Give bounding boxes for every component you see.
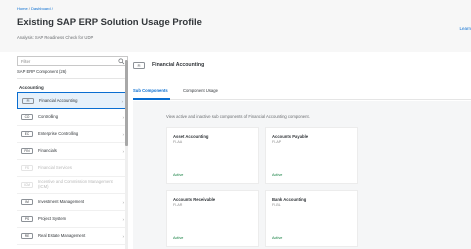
component-count: SAP ERP Component (26) — [17, 69, 67, 74]
sidebar-item-im[interactable]: IM Investment Management › — [17, 194, 128, 211]
component-tag: ICM — [21, 182, 33, 188]
chevron-right-icon: › — [122, 234, 125, 239]
sidebar-item-icm: ICM Incentive and Commission Management (… — [17, 177, 128, 194]
page-subtitle: Analysis: SAP Readiness Check for UDP — [17, 35, 94, 40]
tab-sub-components[interactable]: Sub Components — [133, 88, 168, 93]
breadcrumb-home-link[interactable]: Home — [17, 6, 28, 11]
active-tab-indicator — [133, 98, 170, 100]
component-list: FI Financial Accounting › CO Controlling › EC E… — [17, 92, 128, 245]
chevron-right-icon: › — [122, 149, 125, 154]
group-title-accounting: Accounting — [19, 85, 44, 90]
sidebar-item-label: Enterprise Controlling — [38, 131, 79, 136]
detail-title: Financial Accounting — [152, 62, 205, 68]
sidebar-item-label: Financials — [38, 148, 57, 153]
sidebar-item-label: Incentive and Commission Management (ICM… — [38, 179, 113, 189]
status-badge: Active — [272, 173, 283, 177]
card-code: FI-AP — [272, 140, 282, 144]
tab-component-usage[interactable]: Component Usage — [183, 88, 218, 93]
chevron-right-icon: › — [121, 99, 124, 104]
chevron-right-icon: › — [122, 200, 125, 205]
search-icon[interactable] — [118, 58, 125, 65]
sidebar-item-ec[interactable]: EC Enterprise Controlling › — [17, 126, 128, 143]
sidebar-item-fin[interactable]: FIN Financials › — [17, 143, 128, 160]
component-tag: CO — [21, 114, 33, 120]
subcomponent-card-asset-accounting[interactable]: Asset Accounting FI-AA Active — [166, 127, 259, 184]
sidebar-item-label: Financial Services — [38, 165, 72, 170]
sidebar-item-re[interactable]: RE Real Estate Management › — [17, 228, 128, 245]
chevron-right-icon: › — [122, 132, 125, 137]
sidebar-item-label: Real Estate Management — [38, 233, 86, 238]
subcomponent-card-accounts-receivable[interactable]: Accounts Receivable FI-AR Active — [166, 190, 259, 247]
sidebar-item-label: Investment Management — [38, 199, 85, 204]
sidebar-item-label: Project System — [38, 216, 67, 221]
tab-bar: Sub Components Component Usage — [133, 84, 471, 100]
card-title: Accounts Receivable — [173, 197, 216, 202]
card-code: FI-AR — [173, 203, 183, 207]
sidebar-item-fi[interactable]: FI Financial Accounting › — [17, 92, 128, 109]
sidebar-item-co[interactable]: CO Controlling › — [17, 109, 128, 126]
detail-panel: FI Financial Accounting Sub Components C… — [133, 52, 471, 249]
filter-placeholder: Filter — [21, 59, 31, 64]
chevron-right-icon: › — [122, 217, 125, 222]
component-tag: FIN — [21, 148, 33, 154]
status-badge: Active — [272, 236, 283, 240]
intro-text: View active and inactive sub components … — [166, 114, 310, 119]
component-tag: FI — [22, 98, 34, 104]
divider — [17, 78, 128, 79]
component-tag: PS — [21, 216, 33, 222]
chevron-right-icon: › — [122, 115, 125, 120]
subcomponent-card-bank-accounting[interactable]: Bank Accounting FI-BL Active — [265, 190, 358, 247]
scrollbar-thumb[interactable] — [125, 60, 128, 146]
sidebar-item-fs: FS Financial Services — [17, 160, 128, 177]
learn-more-link[interactable]: Learn — [459, 26, 471, 31]
component-tag: FS — [21, 165, 33, 171]
filter-input[interactable]: Filter — [17, 56, 128, 66]
card-code: FI-AA — [173, 140, 183, 144]
card-title: Bank Accounting — [272, 197, 307, 202]
card-title: Asset Accounting — [173, 134, 209, 139]
component-sidebar: Filter SAP ERP Component (26) Accounting… — [17, 52, 128, 249]
subcomponent-card-accounts-payable[interactable]: Accounts Payable FI-AP Active — [265, 127, 358, 184]
status-badge: Active — [173, 173, 184, 177]
page-title: Existing SAP ERP Solution Usage Profile — [17, 17, 202, 28]
sidebar-item-label: Financial Accounting — [39, 98, 78, 103]
card-title: Accounts Payable — [272, 134, 309, 139]
sidebar-item-ps[interactable]: PS Project System › — [17, 211, 128, 228]
card-code: FI-BL — [272, 203, 281, 207]
component-tag: FI — [133, 62, 145, 69]
component-tag: EC — [21, 131, 33, 137]
status-badge: Active — [173, 236, 184, 240]
component-tag: IM — [21, 199, 33, 205]
breadcrumb-dashboard-link[interactable]: Dashboard / — [31, 6, 53, 11]
page-header: Home / Dashboard / Existing SAP ERP Solu… — [0, 0, 471, 52]
breadcrumb: Home / Dashboard / — [17, 6, 53, 11]
sidebar-item-label: Controlling — [38, 114, 59, 119]
component-tag: RE — [21, 233, 33, 239]
